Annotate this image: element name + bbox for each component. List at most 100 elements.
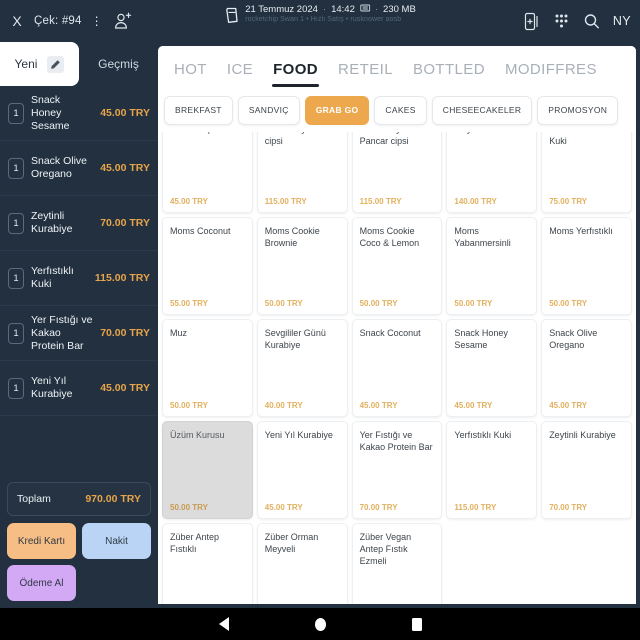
product-card[interactable]: Karabamya Pancar cipsi 115.00 TRY bbox=[351, 132, 443, 213]
product-card[interactable]: Snack Olive Oregano 45.00 TRY bbox=[541, 319, 632, 417]
cart-item-qty[interactable]: 1 bbox=[8, 157, 24, 179]
product-card[interactable]: Züber Vegan Antep Fıstık Ezmeli bbox=[351, 523, 443, 604]
product-price: 50.00 TRY bbox=[264, 299, 303, 308]
chip-cheseecakeler[interactable]: CHESEECAKELER bbox=[431, 95, 533, 125]
check-menu-kebab-icon[interactable]: ⋮ bbox=[91, 14, 104, 28]
time-label: 14:42 bbox=[331, 4, 355, 15]
product-card[interactable]: Züber Antep Fıstıklı bbox=[162, 523, 253, 604]
cart-item-qty[interactable]: 1 bbox=[8, 267, 24, 289]
product-name: Snack Honey Sesame bbox=[454, 328, 508, 350]
product-card[interactable]: Yer Fıstığı ve Kakao Protein Bar 70.00 T… bbox=[351, 421, 443, 519]
product-price: 50.00 TRY bbox=[549, 299, 588, 308]
session-info-secondary: rocketchip Swan 1 • Hızlı Satış • ruskno… bbox=[245, 16, 402, 23]
cart-item-price: 45.00 TRY bbox=[100, 162, 150, 174]
product-card[interactable]: Meyve Suluları 140.00 TRY bbox=[446, 132, 538, 213]
product-price: 50.00 TRY bbox=[359, 299, 398, 308]
session-info-primary: 21 Temmuz 2024 · 14:42 · 230 MB bbox=[245, 4, 416, 15]
tab-hot[interactable]: HOT bbox=[164, 46, 217, 92]
product-card[interactable]: Yeni Yıl Kurabiye 45.00 TRY bbox=[256, 421, 348, 519]
chip-cakes[interactable]: CAKES bbox=[374, 95, 427, 125]
product-card[interactable]: Züber Orman Meyveli bbox=[256, 523, 348, 604]
product-card[interactable]: Moms Coconut 55.00 TRY bbox=[162, 217, 253, 315]
cart-item-row[interactable]: 1 Yer Fıstığı ve Kakao Protein Bar 70.00… bbox=[0, 306, 158, 361]
cart-item-name: Yer Fıstığı ve Kakao Protein Bar bbox=[31, 313, 93, 352]
product-card[interactable]: Zeytinli Kurabiye 70.00 TRY bbox=[541, 421, 632, 519]
product-price: 40.00 TRY bbox=[264, 401, 303, 410]
cart-tab-gecmis-label: Geçmiş bbox=[98, 57, 139, 71]
product-card[interactable]: Moms Yabanmersinli 50.00 TRY bbox=[446, 217, 538, 315]
cart-item-name: Yeni Yıl Kurabiye bbox=[31, 375, 73, 400]
cart-panel: Yeni Geçmiş 1 Snack Honey Sesame 45.00 T… bbox=[0, 42, 158, 608]
chip-brekfast[interactable]: BREKFAST bbox=[164, 95, 233, 125]
cart-item-row[interactable]: 1 Snack Olive Oregano 45.00 TRY bbox=[0, 141, 158, 196]
product-name: Karabamya Nane cipsi bbox=[264, 132, 335, 146]
chip-grab-go[interactable]: GRAB GO bbox=[304, 95, 370, 125]
tab-reteil[interactable]: RETEIL bbox=[328, 46, 403, 92]
cart-tab-gecmis[interactable]: Geçmiş bbox=[79, 42, 158, 86]
product-name: Züber Orman Meyveli bbox=[264, 532, 319, 554]
product-card[interactable]: Mini Red Velvet Kuki 75.00 TRY bbox=[541, 132, 632, 213]
product-price: 115.00 TRY bbox=[264, 197, 307, 206]
pencil-icon[interactable] bbox=[47, 55, 65, 73]
cart-item-row[interactable]: 1 Yerfıstıklı Kuki 115.00 TRY bbox=[0, 251, 158, 306]
product-price: 50.00 TRY bbox=[454, 299, 493, 308]
tab-ice[interactable]: ICE bbox=[217, 46, 263, 92]
add-device-icon[interactable] bbox=[523, 12, 540, 31]
search-icon[interactable] bbox=[583, 12, 600, 31]
close-icon[interactable]: X bbox=[9, 14, 25, 28]
add-user-icon[interactable] bbox=[112, 10, 134, 32]
pos-app-root: X Çek: #94 ⋮ 21 Temmuz 2024 · 14:42 · 23… bbox=[0, 0, 640, 640]
take-payment-button[interactable]: Ödeme Al bbox=[7, 565, 76, 601]
cart-item-qty[interactable]: 1 bbox=[8, 377, 24, 399]
product-card[interactable]: Kestane Şekeri 45.00 TRY bbox=[162, 132, 253, 213]
check-number-label[interactable]: Çek: #94 bbox=[34, 15, 82, 27]
product-price: 115.00 TRY bbox=[454, 503, 497, 512]
cart-item-qty[interactable]: 1 bbox=[8, 102, 24, 124]
product-card[interactable]: Üzüm Kurusu 50.00 TRY bbox=[162, 421, 253, 519]
product-card[interactable]: Muz 50.00 TRY bbox=[162, 319, 253, 417]
product-price: 115.00 TRY bbox=[359, 197, 402, 206]
menu-card: HOT ICE FOOD RETEIL BOTTLED MODIFFRES BR… bbox=[158, 46, 636, 604]
product-name: Meyve Suluları bbox=[454, 132, 529, 135]
session-info-text: 21 Temmuz 2024 · 14:42 · 230 MB rocketch… bbox=[245, 4, 416, 23]
cart-item-name: Snack Honey Sesame bbox=[31, 93, 70, 132]
back-triangle-icon[interactable] bbox=[218, 617, 229, 631]
home-circle-icon[interactable] bbox=[314, 617, 326, 631]
cart-item-row[interactable]: 1 Snack Honey Sesame 45.00 TRY bbox=[0, 86, 158, 141]
cart-tab-yeni[interactable]: Yeni bbox=[0, 42, 79, 86]
recents-square-icon[interactable] bbox=[411, 617, 422, 631]
product-card[interactable]: Moms Cookie Brownie 50.00 TRY bbox=[256, 217, 348, 315]
tab-modiffres[interactable]: MODIFFRES bbox=[495, 46, 607, 92]
cart-item-list[interactable]: 1 Snack Honey Sesame 45.00 TRY 1 Snack O… bbox=[0, 42, 158, 476]
android-nav-bar bbox=[0, 608, 640, 640]
product-card[interactable]: Karabamya Nane cipsi 115.00 TRY bbox=[256, 132, 348, 213]
user-initials-badge[interactable]: NY bbox=[613, 14, 631, 28]
cash-button[interactable]: Nakit bbox=[82, 523, 151, 559]
chip-promosyon[interactable]: PROMOSYON bbox=[537, 95, 619, 125]
cart-item-name: Yerfıstıklı Kuki bbox=[31, 265, 74, 290]
apps-grid-icon[interactable] bbox=[553, 12, 570, 31]
tab-bottled[interactable]: BOTTLED bbox=[403, 46, 495, 92]
product-name: Moms Cookie Brownie bbox=[264, 226, 320, 248]
chip-sandvic[interactable]: SANDVIÇ bbox=[237, 95, 300, 125]
product-card[interactable]: Snack Coconut 45.00 TRY bbox=[351, 319, 443, 417]
cart-item-qty[interactable]: 1 bbox=[8, 322, 24, 344]
tab-food[interactable]: FOOD bbox=[263, 46, 328, 92]
product-card[interactable]: Sevgililer Günü Kurabiye 40.00 TRY bbox=[256, 319, 348, 417]
cart-item-row[interactable]: 1 Yeni Yıl Kurabiye 45.00 TRY bbox=[0, 361, 158, 416]
product-card[interactable]: Moms Yerfıstıklı 50.00 TRY bbox=[541, 217, 632, 315]
main-body: Yeni Geçmiş 1 Snack Honey Sesame 45.00 T… bbox=[0, 42, 640, 608]
product-name: Moms Yerfıstıklı bbox=[549, 226, 613, 236]
product-name: Karabamya Pancar cipsi bbox=[359, 132, 409, 146]
product-name: Muz bbox=[170, 328, 188, 338]
product-price: 50.00 TRY bbox=[170, 503, 208, 512]
credit-card-button[interactable]: Kredi Kartı bbox=[7, 523, 76, 559]
product-price: 45.00 TRY bbox=[170, 197, 208, 206]
product-card[interactable]: Snack Honey Sesame 45.00 TRY bbox=[446, 319, 538, 417]
cart-item-name: Zeytinli Kurabiye bbox=[31, 210, 73, 235]
product-card[interactable]: Yerfıstıklı Kuki 115.00 TRY bbox=[446, 421, 538, 519]
cart-item-qty[interactable]: 1 bbox=[8, 212, 24, 234]
product-grid-scroll[interactable]: Kestane Şekeri 45.00 TRY Karabamya Nane … bbox=[158, 132, 636, 604]
cart-item-row[interactable]: 1 Zeytinli Kurabiye 70.00 TRY bbox=[0, 196, 158, 251]
product-card[interactable]: Moms Cookie Coco & Lemon 50.00 TRY bbox=[351, 217, 443, 315]
